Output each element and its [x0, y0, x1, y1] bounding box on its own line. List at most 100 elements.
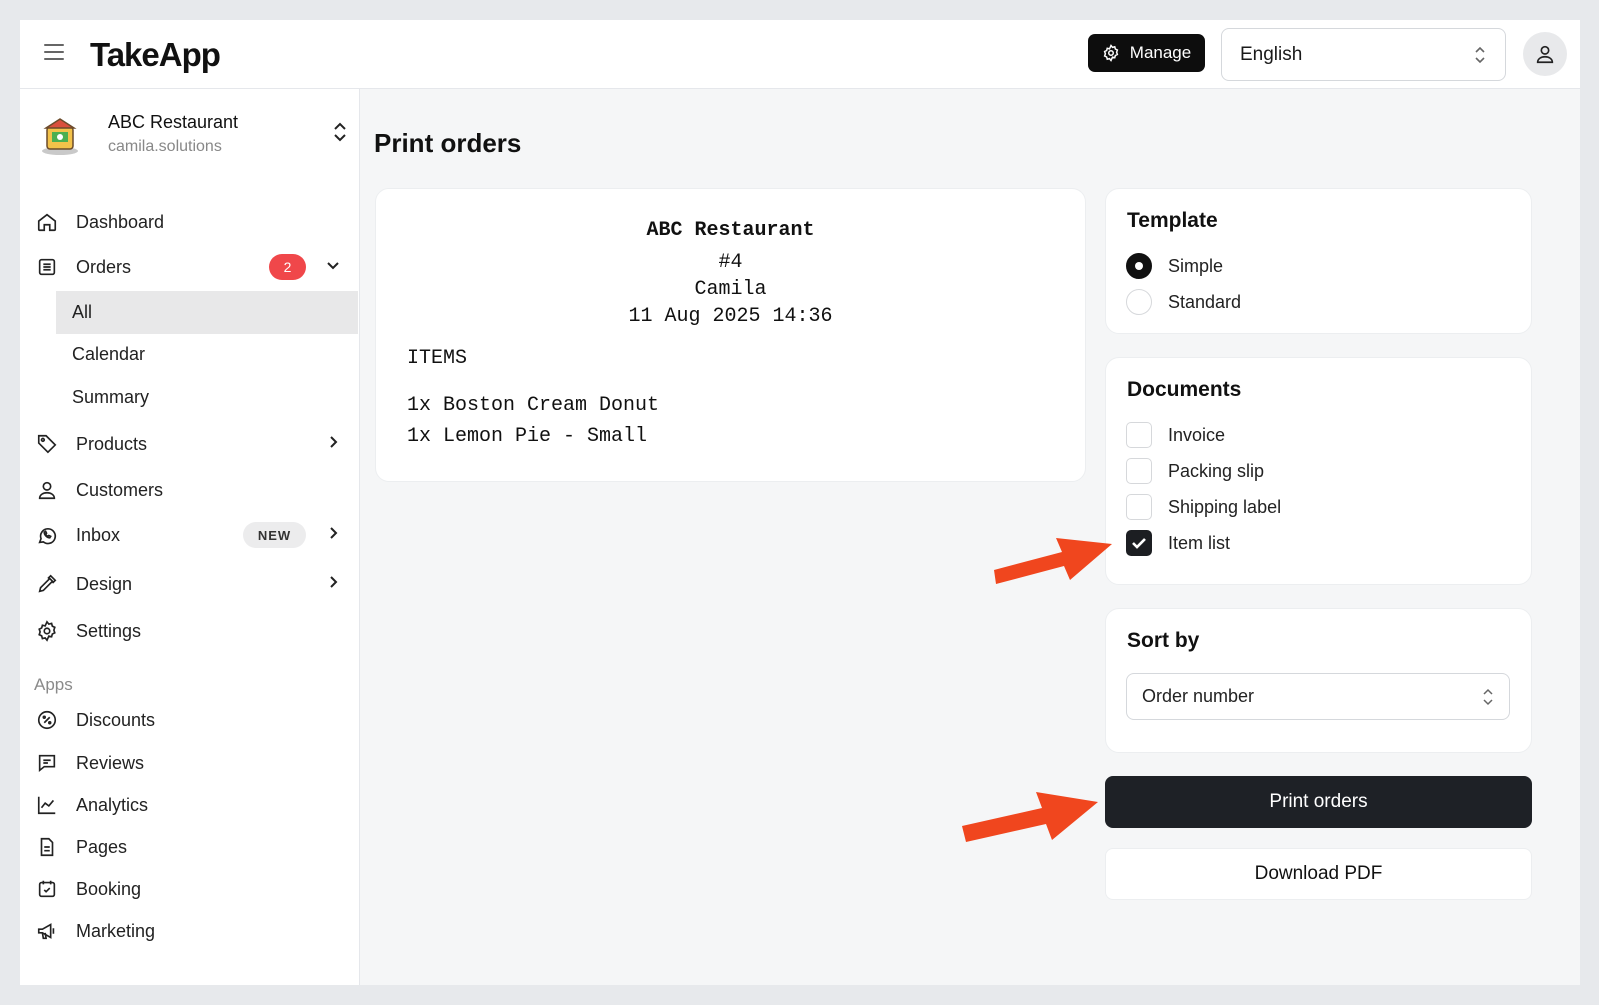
menu-icon[interactable] [44, 44, 64, 64]
discount-icon [36, 709, 58, 731]
nav-reviews-label: Reviews [76, 752, 145, 773]
nav-inbox[interactable]: Inbox NEW [36, 514, 358, 556]
nav-settings[interactable]: Settings [36, 610, 358, 652]
whatsapp-icon [36, 524, 58, 546]
chevron-right-icon [324, 524, 342, 547]
chart-icon [36, 794, 58, 816]
sort-select[interactable]: Order number [1126, 673, 1510, 720]
nav-design-label: Design [76, 573, 133, 594]
template-option-label: Standard [1168, 291, 1242, 312]
nav-products-label: Products [76, 433, 148, 454]
manage-label: Manage [1129, 43, 1192, 62]
checkbox-checked[interactable] [1126, 530, 1152, 556]
nav-orders-calendar[interactable]: Calendar [56, 333, 358, 376]
nav-inbox-label: Inbox [76, 524, 121, 545]
template-option-label: Simple [1168, 255, 1224, 276]
store-logo-icon [42, 118, 78, 155]
tag-icon [36, 433, 58, 455]
receipt-preview: ABC Restaurant #4 Camila 11 Aug 2025 14:… [375, 188, 1086, 482]
checkbox[interactable] [1126, 458, 1152, 484]
documents-card: Documents Invoice Packing slip Shipping … [1105, 357, 1532, 585]
document-option-item-list[interactable]: Item list [1126, 529, 1230, 557]
nav-marketing-label: Marketing [76, 920, 156, 941]
nav-customers[interactable]: Customers [36, 469, 358, 511]
template-card: Template Simple Standard [1105, 188, 1532, 334]
radio-selected[interactable] [1126, 253, 1152, 279]
print-orders-button[interactable]: Print orders [1105, 776, 1532, 828]
radio-unselected[interactable] [1126, 289, 1152, 315]
document-option-invoice[interactable]: Invoice [1126, 421, 1225, 449]
receipt-item: 1x Lemon Pie - Small [407, 425, 648, 448]
store-name: ABC Restaurant [108, 112, 239, 132]
nav-customers-label: Customers [76, 479, 164, 500]
receipt-items-header: ITEMS [407, 347, 468, 370]
nav-design[interactable]: Design [36, 563, 358, 605]
nav-analytics-label: Analytics [76, 794, 149, 815]
download-pdf-button[interactable]: Download PDF [1105, 848, 1532, 900]
top-bar: TakeApp Manage English [20, 20, 1580, 89]
nav-orders-all[interactable]: All [56, 291, 358, 334]
calendar-check-icon [36, 878, 58, 900]
nav-analytics[interactable]: Analytics [36, 784, 358, 826]
store-domain: camila.solutions [108, 138, 222, 155]
receipt-order-number: #4 [718, 251, 743, 274]
chevron-down-icon [324, 256, 342, 279]
nav-reviews[interactable]: Reviews [36, 742, 358, 784]
nav-pages[interactable]: Pages [36, 826, 358, 868]
chevron-right-icon [324, 433, 342, 456]
sort-card: Sort by Order number [1105, 608, 1532, 753]
brand-logo[interactable]: TakeApp [90, 36, 221, 74]
chevron-updown-icon [1483, 688, 1493, 705]
nav-discounts-label: Discounts [76, 709, 156, 730]
nav-marketing[interactable]: Marketing [36, 910, 358, 952]
template-title: Template [1127, 209, 1218, 232]
chevron-updown-icon [334, 122, 346, 142]
nav-orders-summary[interactable]: Summary [56, 376, 358, 419]
list-icon [36, 256, 58, 278]
document-option-shipping-label[interactable]: Shipping label [1126, 493, 1281, 521]
sidebar: ABC Restaurant camila.solutions Dashboar… [20, 89, 360, 985]
gear-icon [36, 620, 58, 642]
apps-section-label: Apps [34, 675, 73, 694]
receipt-store-name: ABC Restaurant [646, 219, 815, 242]
check-icon [1131, 537, 1146, 549]
template-option-standard[interactable]: Standard [1126, 288, 1241, 316]
home-icon [36, 211, 58, 233]
chat-icon [36, 752, 58, 774]
chevron-updown-icon [1475, 46, 1485, 63]
annotation-arrow-icon [962, 792, 1098, 842]
document-option-label: Shipping label [1168, 496, 1282, 517]
nav-booking[interactable]: Booking [36, 868, 358, 910]
nav-orders[interactable]: Orders 2 [36, 246, 358, 288]
document-option-label: Packing slip [1168, 460, 1265, 481]
page-title: Print orders [374, 128, 522, 158]
document-option-packing-slip[interactable]: Packing slip [1126, 457, 1264, 485]
nav-discounts[interactable]: Discounts [36, 699, 358, 741]
user-icon [36, 479, 58, 501]
nav-dashboard-label: Dashboard [76, 211, 165, 232]
app-frame: TakeApp Manage English ABC Restaurant ca… [20, 20, 1580, 985]
document-icon [36, 836, 58, 858]
sort-value: Order number [1142, 686, 1255, 706]
user-avatar-button[interactable] [1523, 32, 1567, 76]
annotation-arrow-icon [994, 538, 1112, 584]
manage-button[interactable]: Manage [1088, 34, 1205, 72]
template-option-simple[interactable]: Simple [1126, 252, 1223, 280]
sort-title: Sort by [1127, 629, 1200, 652]
orders-count-badge: 2 [269, 254, 306, 280]
language-select[interactable]: English [1221, 28, 1506, 81]
nav-booking-label: Booking [76, 878, 142, 899]
chevron-right-icon [324, 573, 342, 596]
checkbox[interactable] [1126, 422, 1152, 448]
checkbox[interactable] [1126, 494, 1152, 520]
nav-pages-label: Pages [76, 836, 128, 857]
nav-dashboard[interactable]: Dashboard [36, 201, 358, 243]
receipt-item: 1x Boston Cream Donut [407, 394, 660, 417]
document-option-label: Item list [1168, 532, 1231, 553]
store-switcher[interactable]: ABC Restaurant camila.solutions [38, 105, 348, 165]
nav-products[interactable]: Products [36, 423, 358, 465]
gear-icon [1103, 44, 1119, 62]
receipt-datetime: 11 Aug 2025 14:36 [628, 305, 833, 328]
nav-settings-label: Settings [76, 620, 142, 641]
language-value: English [1240, 43, 1303, 65]
